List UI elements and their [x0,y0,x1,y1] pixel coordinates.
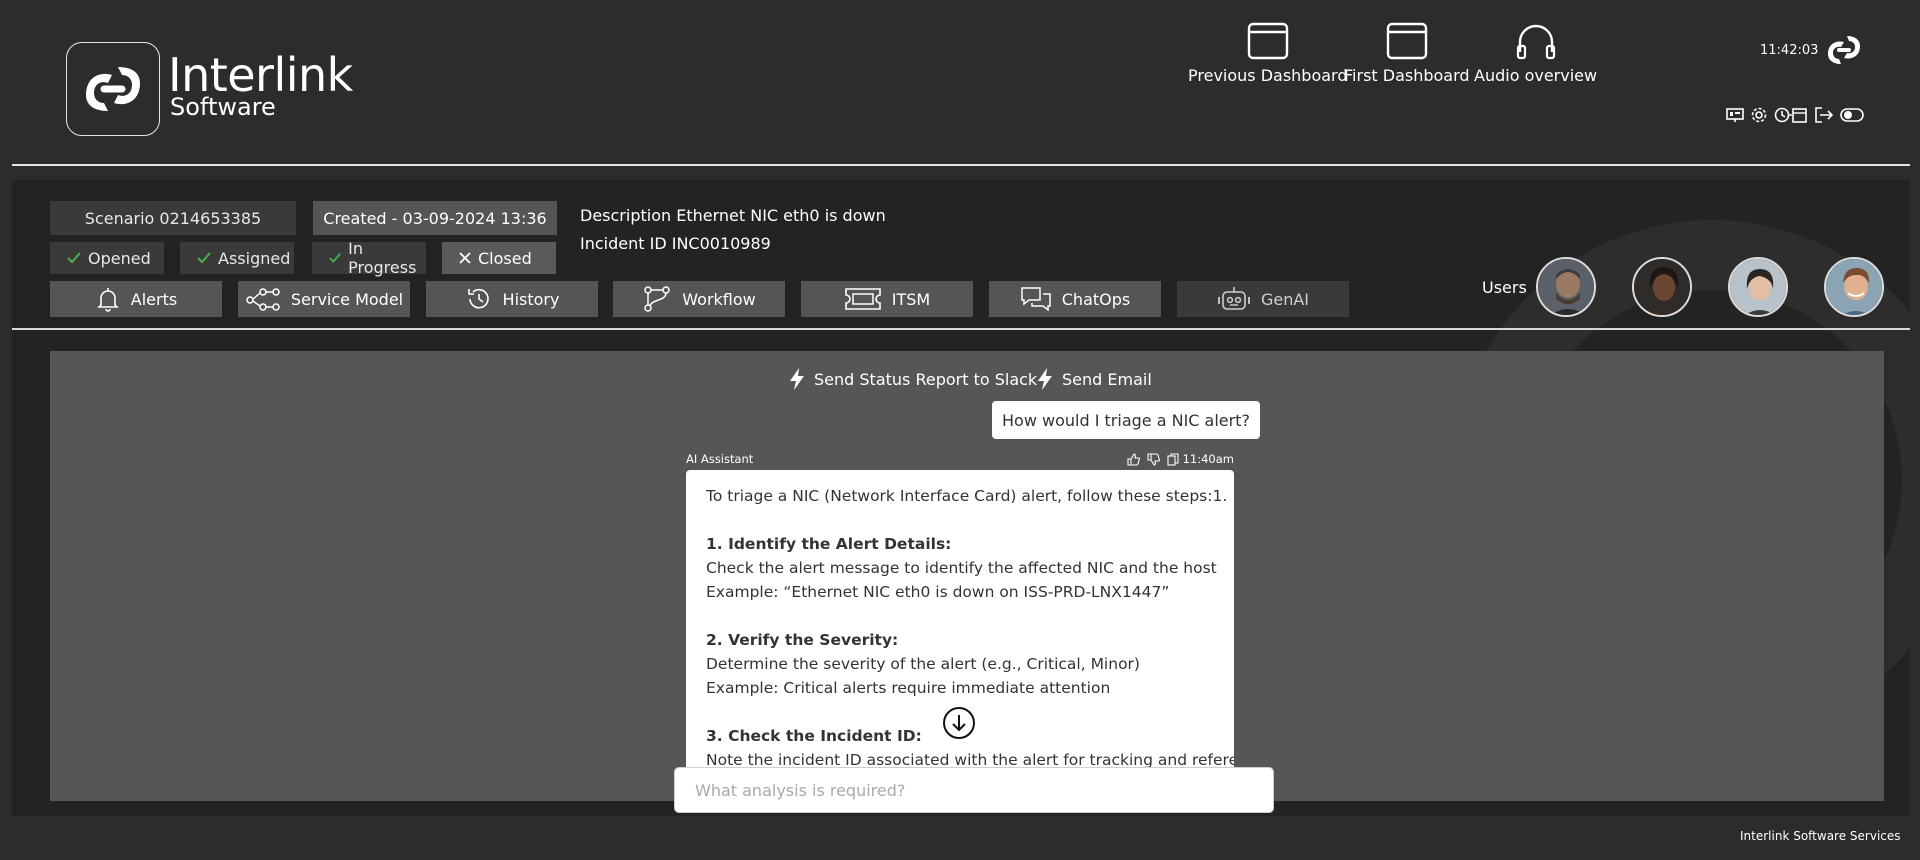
tab-service-model-label: Service Model [290,289,404,309]
toolbar-icons [1726,106,1864,124]
presentation-icon[interactable] [1726,107,1744,123]
tabs-divider [12,328,1910,330]
header-divider [12,164,1910,166]
thumbs-down-icon[interactable] [1147,452,1161,466]
avatar[interactable] [1536,257,1596,317]
incident-description: Description Ethernet NIC eth0 is down [580,206,886,225]
tab-history-label: History [502,289,560,309]
user-message: How would I triage a NIC alert? [992,401,1260,439]
copy-icon[interactable] [1167,452,1179,466]
assistant-time: 11:40am [1182,452,1234,466]
lightning-icon [790,368,804,390]
analysis-input[interactable] [674,767,1274,813]
users-label: Users [1482,278,1527,297]
incident-panel: Scenario 0214653385 Created - 03-09-2024… [12,180,1910,816]
status-in-progress[interactable]: In Progress [312,239,426,277]
response-step1-line1: Check the alert message to identify the … [706,559,1217,577]
created-chip: Created - 03-09-2024 13:36 [313,201,557,235]
status-assigned-label: Assigned [218,248,291,268]
history-icon [467,288,489,309]
lightning-icon [1038,368,1052,390]
incident-id: Incident ID INC0010989 [580,234,771,253]
response-step1-line2: Example: “Ethernet NIC eth0 is down on I… [706,583,1170,601]
arrow-down-circle-icon [943,707,975,739]
thumbs-up-icon[interactable] [1127,452,1141,466]
brand-name: Interlink [168,48,353,102]
response-step2-line1: Determine the severity of the alert (e.g… [706,655,1140,673]
window-icon [1247,22,1288,60]
tab-chatops[interactable]: ChatOps [989,281,1161,317]
logout-icon[interactable] [1814,106,1834,124]
logo-mark [66,42,160,136]
avatar[interactable] [1728,257,1788,317]
status-opened[interactable]: Opened [50,242,164,274]
previous-dashboard-label: Previous Dashboard [1188,66,1348,85]
avatar[interactable] [1824,257,1884,317]
response-intro: To triage a NIC (Network Interface Card)… [706,487,1228,505]
check-icon [329,252,342,263]
status-in-progress-label: In Progress [348,239,417,277]
genai-chat-area: Send Status Report to Slack Send Email H… [50,351,1884,801]
response-step2-line2: Example: Critical alerts require immedia… [706,679,1111,697]
ticket-icon [844,288,881,310]
audio-overview-button[interactable]: Audio overview [1474,22,1597,85]
network-nodes-icon [246,288,280,311]
audio-overview-label: Audio overview [1474,66,1598,85]
tab-itsm-label: ITSM [891,289,931,309]
tab-chatops-label: ChatOps [1061,289,1131,309]
tab-workflow[interactable]: Workflow [613,281,785,317]
status-assigned[interactable]: Assigned [180,242,294,274]
robot-icon [1218,287,1250,310]
clock-calendar-icon[interactable] [1774,106,1808,124]
check-icon [197,252,211,264]
send-slack-button[interactable]: Send Status Report to Slack [788,367,1037,391]
avatar[interactable] [1632,257,1692,317]
chat-bubbles-icon [1021,287,1051,312]
assistant-name: AI Assistant [686,452,754,466]
headphones-icon [1516,24,1555,60]
status-opened-label: Opened [88,248,151,268]
gear-icon[interactable] [1750,106,1768,124]
response-step1-title: 1. Identify the Alert Details: [706,535,952,553]
status-closed[interactable]: Closed [442,242,556,274]
scroll-down-button[interactable] [942,706,976,744]
status-closed-label: Closed [478,248,532,268]
send-email-button[interactable]: Send Email [1036,367,1152,391]
tab-service-model[interactable]: Service Model [238,281,410,317]
clock-display: 11:42:03 [1760,43,1819,58]
toggle-icon[interactable] [1840,107,1864,123]
interlink-logo-icon [86,67,140,111]
window-icon [1386,22,1427,60]
workflow-icon [644,286,671,312]
tab-genai[interactable]: GenAI [1177,281,1349,317]
response-step3-line1: Note the incident ID associated with the… [706,751,1234,767]
response-step2-title: 2. Verify the Severity: [706,631,899,649]
tab-history[interactable]: History [426,281,598,317]
send-email-label: Send Email [1062,369,1152,389]
footer-text: Interlink Software Services [1740,829,1901,843]
tab-alerts[interactable]: Alerts [50,281,222,317]
send-slack-label: Send Status Report to Slack [814,369,1038,389]
bell-icon [96,288,119,312]
scenario-chip: Scenario 0214653385 [50,201,296,235]
tab-genai-label: GenAI [1260,289,1310,309]
tab-itsm[interactable]: ITSM [801,281,973,317]
tab-alerts-label: Alerts [130,289,178,309]
previous-dashboard-button[interactable]: Previous Dashboard [1188,22,1348,85]
link-icon [1824,34,1864,70]
assistant-meta: AI Assistant 11:40am [686,452,1234,466]
first-dashboard-label: First Dashboard [1344,66,1470,85]
tab-workflow-label: Workflow [682,289,756,309]
response-step3-title: 3. Check the Incident ID: [706,727,922,745]
brand-sub: Software [170,93,276,121]
check-icon [67,252,81,264]
first-dashboard-button[interactable]: First Dashboard [1344,22,1470,85]
close-icon [459,252,471,264]
